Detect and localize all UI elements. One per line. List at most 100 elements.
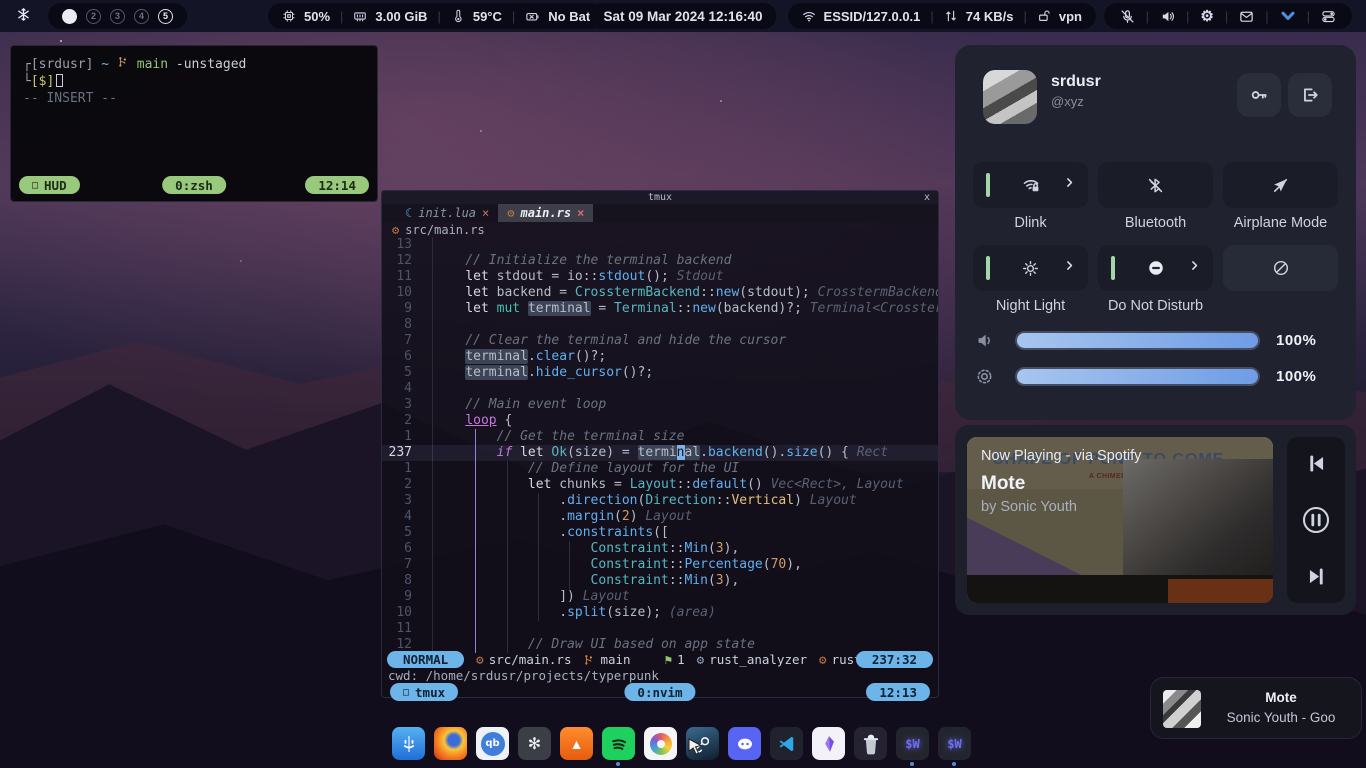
code-line: 11 [382,621,938,637]
tmux-session-pill[interactable]: HUD [19,176,80,194]
lock-keys-button[interactable] [1237,73,1281,117]
code-line: 2 loop { [382,413,938,429]
scope-guide [475,429,476,653]
divider [1263,9,1270,24]
tab-label: main.rs [521,206,572,220]
lua-icon: ☾ [405,206,412,220]
desktop: 2345 50% 3.00 GiB 59°C No Bat Sat 09 Mar… [0,0,1366,768]
git-branch-icon [117,56,129,68]
dock-icon-sw-app-1[interactable]: $W [896,727,929,760]
code-line: 11 let stdout = io::stdout(); Stdout [382,269,938,285]
dock-icon-photos[interactable] [644,727,677,760]
editor-window[interactable]: tmux x ☾init.lua×⚙main.rs× ⚙ src/main.rs… [381,190,939,698]
snowflake-logo-icon[interactable] [16,7,31,22]
code-line: 5 terminal.hide_cursor()?; [382,365,938,381]
tmux-window-pill[interactable]: 0:zsh [162,176,226,194]
code-line: 8 [382,317,938,333]
code-line: 2 let chunks = Layout::default() Vec<Rec… [382,477,938,493]
dock-icon-qbittorrent[interactable]: qb [476,727,509,760]
workspace-3[interactable]: 3 [110,9,125,24]
chevron-right-icon[interactable] [1188,259,1201,277]
dock-icon-trash[interactable] [854,727,887,760]
toggle-do-not-disturb[interactable] [1098,245,1213,291]
album-art[interactable]: SHAPE OF PUNK TO COME A CHIMERICAL BOMBI… [967,437,1273,603]
toggle-blocked[interactable] [1223,245,1338,291]
dock-icon-vlc[interactable]: ▲ [560,727,593,760]
brightness-slider[interactable] [1015,367,1260,386]
volume-slider[interactable] [1015,331,1260,350]
window-close-button[interactable]: x [924,191,930,204]
dock-icon-vscode[interactable] [770,727,803,760]
dock-icon-obsidian[interactable] [812,727,845,760]
tmux-session-pill[interactable]: tmux [390,683,458,701]
statusline-diagnostics: ⚑1 [665,652,685,667]
code-area[interactable]: 1312 // Initialize the terminal backend1… [382,237,938,653]
terminal-window[interactable]: ┌[srdusr] ~ main -unstaged └[$] -- INSER… [10,45,378,202]
code-line: 10 .split(size); (area) [382,605,938,621]
dock-icon-firefox[interactable] [434,727,467,760]
chevron-down-icon[interactable] [1278,8,1298,24]
tab-main.rs[interactable]: ⚙ main.rs × [498,204,593,222]
blocked-icon [1272,259,1290,277]
workspace-2[interactable]: 2 [86,9,101,24]
divider [1021,9,1028,24]
workspace-1[interactable] [62,9,77,24]
media-player-card: SHAPE OF PUNK TO COME A CHIMERICAL BOMBI… [955,425,1356,615]
code-line: 7 Constraint::Percentage(70), [382,557,938,573]
workspace-4[interactable]: 4 [134,9,149,24]
git-branch-icon [583,654,595,666]
tab-init.lua[interactable]: ☾init.lua× [396,204,498,222]
previous-track-button[interactable] [1306,453,1327,474]
toggle-airplane-mode[interactable] [1223,162,1338,208]
running-indicator [952,762,956,766]
pause-button[interactable] [1301,505,1331,535]
tab-close-icon[interactable]: × [577,206,584,220]
divider [1184,9,1191,24]
toggle-night-light[interactable] [973,245,1088,291]
notification-card[interactable]: Mote Sonic Youth - Goo [1150,677,1362,739]
code-line: 5 .constraints([ [382,525,938,541]
dock-icon-discord[interactable] [728,727,761,760]
zsh-prompt-line1: ┌[srdusr] ~ main -unstaged [23,56,365,73]
dock: qb ✻ ▲ $W $W [392,727,971,760]
tmux-window-pill[interactable]: 0:nvim [624,683,695,701]
dock-icon-finder[interactable] [392,727,425,760]
dock-icon-obs[interactable]: ✻ [518,727,551,760]
network-speed: 74 KB/s [966,9,1014,24]
dock-icon-spotify[interactable] [602,727,635,760]
toggle-cell: Bluetooth [1098,162,1213,232]
git-status: -unstaged [176,57,246,72]
toggles-panel-icon[interactable] [1319,9,1338,24]
toggle-cell [1223,245,1338,315]
chevron-right-icon[interactable] [1063,259,1076,277]
settings-gear-icon[interactable]: ⚙ [1198,7,1215,25]
rust-icon: ⚙ [507,206,514,220]
now-playing-source: Now Playing - via Spotify [981,448,1141,464]
code-line-current: 237 if let Ok(size) = terminal.backend()… [382,445,938,461]
microphone-muted-icon[interactable] [1118,9,1137,24]
statusline-file: ⚙src/main.rs [476,652,571,667]
toggle-dlink[interactable] [973,162,1088,208]
chevron-right-icon[interactable] [1063,176,1076,194]
next-track-button[interactable] [1306,566,1327,587]
wifi-lock-icon [1022,176,1040,194]
indent-guide [569,541,570,589]
toggle-bluetooth[interactable] [1098,162,1213,208]
tab-close-icon[interactable]: × [482,206,489,220]
cwd-line: cwd: /home/srdusr/projects/typerpunk [388,668,659,683]
tmux-clock-pill: 12:13 [866,683,930,701]
cursor-position-pill: 237:32 [856,651,933,668]
top-bar: 2345 50% 3.00 GiB 59°C No Bat Sat 09 Mar… [0,0,1366,32]
code-line: 13 [382,237,938,253]
speaker-icon[interactable] [1158,9,1177,24]
logout-button[interactable] [1288,73,1332,117]
tmux-clock-pill: 12:14 [305,176,369,194]
network-arrows-icon [944,9,958,23]
code-line: 4 [382,381,938,397]
notification-album-thumbnail [1163,690,1201,728]
mail-icon[interactable] [1237,9,1256,24]
dock-icon-sw-app-2[interactable]: $W [938,727,971,760]
workspace-5[interactable]: 5 [158,9,173,24]
active-indicator [986,256,990,280]
clock[interactable]: Sat 09 Mar 2024 12:16:40 [589,3,776,29]
